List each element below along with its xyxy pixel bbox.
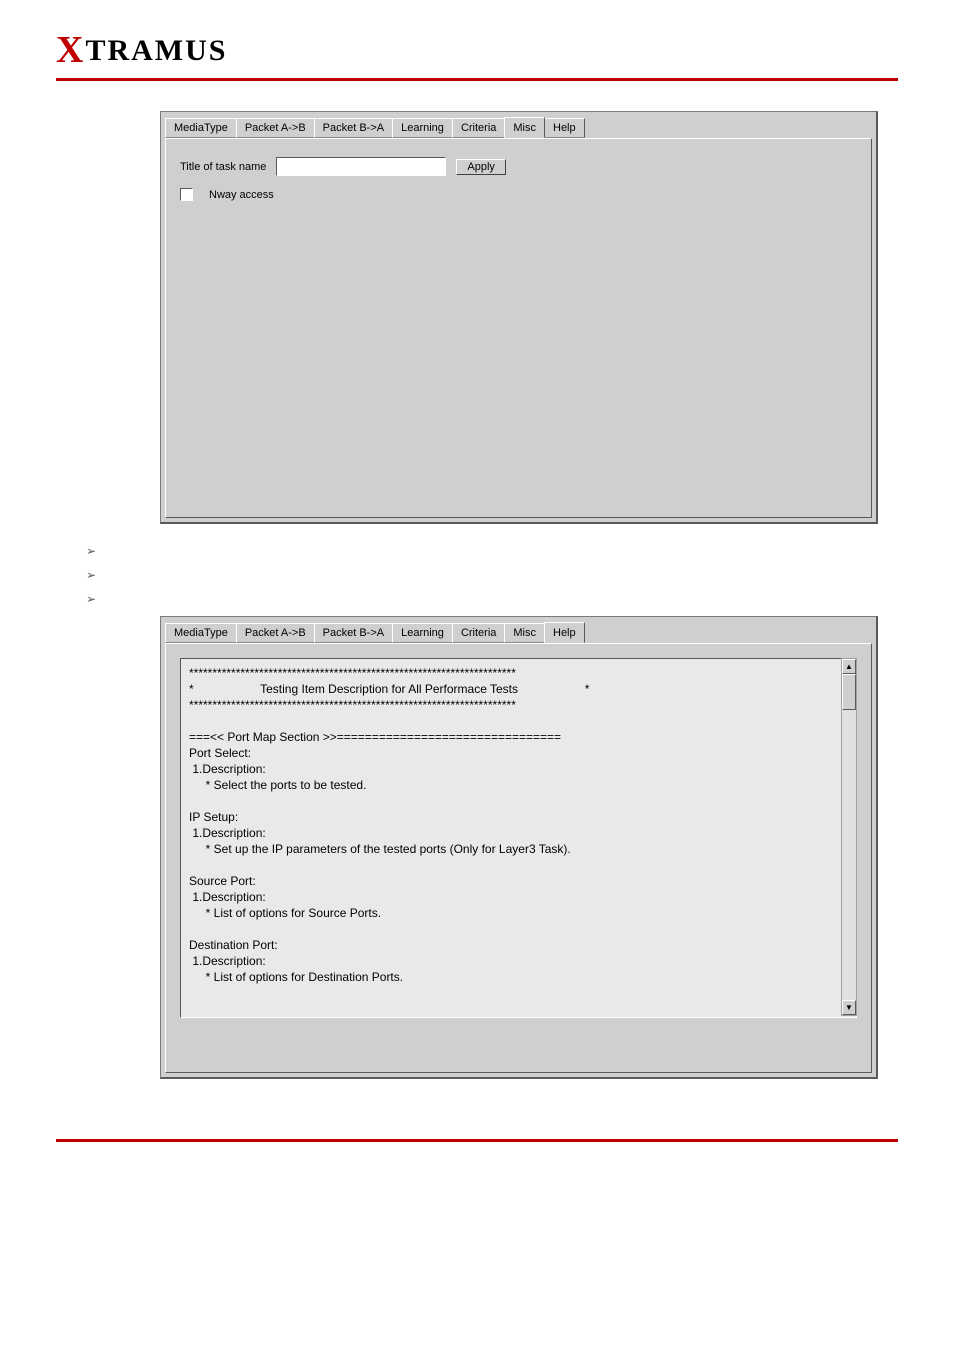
tabs-row-misc: MediaType Packet A->B Packet B->A Learni… (165, 116, 872, 138)
tab-mediatype[interactable]: MediaType (165, 118, 237, 138)
tab-misc[interactable]: Misc (504, 623, 545, 643)
title-of-task-label: Title of task name (180, 161, 266, 173)
logo-text: TRAMUS (85, 34, 227, 67)
tab-criteria[interactable]: Criteria (452, 118, 505, 138)
logo-x: X (56, 29, 85, 71)
nway-label: Nway access (209, 189, 274, 201)
tab-learning[interactable]: Learning (392, 623, 453, 643)
help-text: ****************************************… (180, 658, 857, 1018)
tab-learning[interactable]: Learning (392, 118, 453, 138)
misc-tab-body: Title of task name Apply Nway access (165, 138, 872, 518)
header-rule (56, 78, 898, 81)
chevron-right-icon: ➢ (86, 568, 96, 582)
nway-checkbox[interactable] (180, 188, 193, 201)
tab-packet-ab[interactable]: Packet A->B (236, 623, 315, 643)
scroll-down-icon[interactable]: ▼ (842, 1000, 856, 1015)
chevron-right-icon: ➢ (86, 592, 96, 606)
footer-rule (56, 1139, 898, 1142)
tab-help[interactable]: Help (544, 622, 585, 643)
logo: XTRAMUS (56, 28, 898, 72)
tab-help[interactable]: Help (544, 118, 585, 138)
tab-criteria[interactable]: Criteria (452, 623, 505, 643)
tabs-row-help: MediaType Packet A->B Packet B->A Learni… (165, 621, 872, 643)
misc-panel: MediaType Packet A->B Packet B->A Learni… (160, 111, 878, 524)
tab-mediatype[interactable]: MediaType (165, 623, 237, 643)
scrollbar[interactable]: ▲ ▼ (841, 658, 857, 1016)
help-panel: MediaType Packet A->B Packet B->A Learni… (160, 616, 878, 1079)
tab-packet-ba[interactable]: Packet B->A (314, 118, 393, 138)
tab-misc[interactable]: Misc (504, 117, 545, 138)
task-name-input[interactable] (276, 157, 446, 176)
tab-packet-ba[interactable]: Packet B->A (314, 623, 393, 643)
help-tab-body: ****************************************… (165, 643, 872, 1073)
scroll-up-icon[interactable]: ▲ (842, 659, 856, 674)
apply-button[interactable]: Apply (456, 159, 506, 175)
scroll-thumb[interactable] (842, 674, 856, 710)
bullet-list: ➢ ➢ ➢ (86, 544, 898, 606)
scroll-track[interactable] (842, 710, 856, 1000)
chevron-right-icon: ➢ (86, 544, 96, 558)
tab-packet-ab[interactable]: Packet A->B (236, 118, 315, 138)
